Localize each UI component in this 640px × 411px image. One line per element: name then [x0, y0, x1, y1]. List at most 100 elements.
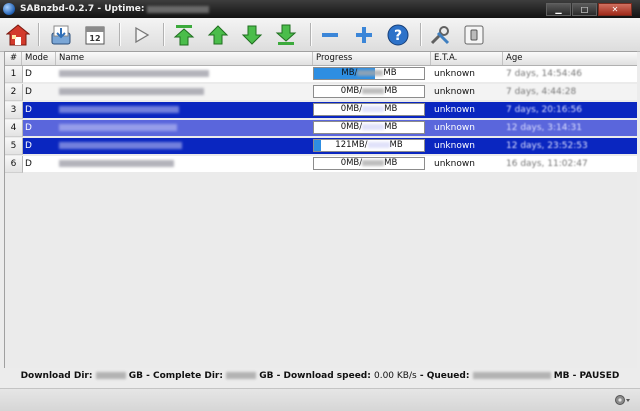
- row-age: 12 days, 23:52:53: [506, 141, 588, 151]
- maximize-button[interactable]: □: [572, 3, 597, 16]
- download-dir-size-redacted: [95, 372, 126, 379]
- plus-icon: [356, 26, 372, 43]
- row-age: 12 days, 3:14:31: [506, 123, 582, 133]
- col-header-mode[interactable]: Mode: [22, 52, 56, 65]
- sabnzbd-app-icon: [3, 3, 15, 15]
- row-number: 4: [5, 120, 23, 137]
- options-menu-button[interactable]: [614, 393, 630, 407]
- row-progress-text: 0MB/MB: [340, 158, 398, 168]
- row-number: 5: [5, 138, 23, 155]
- svg-text:?: ?: [394, 28, 402, 44]
- row-progress-bar: 0MB/MB: [313, 121, 425, 134]
- row-name-redacted: [56, 102, 313, 118]
- row-age: 7 days, 4:44:28: [506, 87, 577, 97]
- queued-unit: MB: [553, 371, 570, 381]
- status-bar: Download Dir: GB - Complete Dir: GB - Do…: [0, 368, 640, 384]
- complete-dir-unit: GB: [259, 371, 274, 381]
- move-up-button[interactable]: [205, 21, 231, 48]
- table-row[interactable]: 6 D 0MB/MB unknown 16 days, 11:02:47: [5, 156, 637, 173]
- move-down-icon: [241, 25, 263, 45]
- row-number: 3: [5, 102, 23, 119]
- row-progress-text: 121MB/MB: [335, 140, 403, 150]
- play-icon: [135, 26, 150, 43]
- remove-button[interactable]: [317, 21, 343, 48]
- row-name-redacted: [56, 138, 313, 154]
- download-speed-label: - Download speed:: [276, 371, 371, 381]
- table-row[interactable]: 4 D 0MB/MB unknown 12 days, 3:14:31: [5, 120, 637, 137]
- row-age: 7 days, 14:54:46: [506, 69, 582, 79]
- title-bar: SABnzbd-0.2.7 - Uptime: ▁ □ ✕: [0, 0, 640, 18]
- col-header-eta[interactable]: E.T.A.: [431, 52, 503, 65]
- complete-dir-size-redacted: [226, 372, 257, 379]
- row-eta: unknown: [434, 159, 475, 169]
- shutdown-icon: [464, 25, 484, 44]
- home-button[interactable]: [5, 21, 31, 48]
- row-progress-bar: 0MB/MB: [313, 85, 425, 98]
- row-mode: D: [25, 159, 32, 169]
- help-icon: ?: [387, 24, 409, 45]
- row-progress-text: 0MB/MB: [340, 86, 398, 96]
- move-up-icon: [207, 24, 229, 44]
- move-to-top-button[interactable]: [171, 21, 197, 48]
- row-mode: D: [25, 87, 32, 97]
- row-name-redacted: [56, 66, 313, 82]
- row-progress-bar: MB/MB: [313, 67, 425, 80]
- help-button[interactable]: ?: [385, 21, 411, 48]
- row-progress-bar: 0MB/MB: [313, 157, 425, 170]
- tools-icon: [430, 25, 450, 44]
- paused-status: - PAUSED: [572, 371, 620, 381]
- row-name-redacted: [56, 156, 313, 172]
- minimize-button[interactable]: ▁: [546, 3, 571, 16]
- row-progress-bar: 121MB/MB: [313, 139, 425, 152]
- row-name-redacted: [56, 120, 313, 136]
- queued-size-redacted: [472, 372, 551, 379]
- minus-icon: [322, 32, 338, 37]
- row-eta: unknown: [434, 87, 475, 97]
- move-top-icon: [173, 24, 195, 45]
- table-row[interactable]: 2 D 0MB/MB unknown 7 days, 4:44:28: [5, 84, 637, 101]
- complete-dir-label: - Complete Dir:: [146, 371, 223, 381]
- download-dir-unit: GB: [128, 371, 143, 381]
- row-age: 7 days, 20:16:56: [506, 105, 582, 115]
- add-download-button[interactable]: [48, 21, 74, 48]
- col-header-age[interactable]: Age: [503, 52, 637, 65]
- queued-label: - Queued:: [419, 371, 470, 381]
- window-title: SABnzbd-0.2.7 - Uptime:: [20, 4, 145, 14]
- row-number: 6: [5, 156, 23, 173]
- add-button[interactable]: [351, 21, 377, 48]
- download-speed-value: 0.00 KB/s: [373, 371, 417, 381]
- move-down-button[interactable]: [239, 21, 265, 48]
- table-row[interactable]: 1 D MB/MB unknown 7 days, 14:54:46: [5, 66, 637, 83]
- svg-text:12: 12: [89, 34, 100, 43]
- table-row[interactable]: 5 D 121MB/MB unknown 12 days, 23:52:53: [5, 138, 637, 155]
- calendar-icon: 12: [85, 26, 105, 44]
- col-header-number[interactable]: #: [5, 52, 22, 65]
- toolbar: 12 ?: [0, 18, 640, 52]
- scheduler-button[interactable]: 12: [82, 21, 108, 48]
- table-header: # Mode Name Progress E.T.A. Age: [5, 52, 637, 66]
- row-eta: unknown: [434, 69, 475, 79]
- row-age: 16 days, 11:02:47: [506, 159, 588, 169]
- table-row[interactable]: 3 D 0MB/MB unknown 7 days, 20:16:56: [5, 102, 637, 119]
- gear-icon: [615, 395, 630, 405]
- col-header-name[interactable]: Name: [56, 52, 313, 65]
- close-button[interactable]: ✕: [598, 3, 632, 16]
- col-header-progress[interactable]: Progress: [313, 52, 431, 65]
- row-mode: D: [25, 123, 32, 133]
- move-to-bottom-button[interactable]: [273, 21, 299, 48]
- row-name-redacted: [56, 84, 313, 100]
- row-mode: D: [25, 141, 32, 151]
- move-bottom-icon: [275, 24, 297, 45]
- row-mode: D: [25, 69, 32, 79]
- row-eta: unknown: [434, 141, 475, 151]
- row-progress-bar: 0MB/MB: [313, 103, 425, 116]
- config-button[interactable]: [427, 21, 453, 48]
- row-number: 1: [5, 66, 23, 83]
- row-progress-text: 0MB/MB: [340, 104, 398, 114]
- home-icon: [6, 23, 30, 45]
- uptime-value-redacted: [147, 5, 210, 13]
- resume-button[interactable]: [128, 21, 154, 48]
- download-icon: [51, 25, 71, 44]
- download-dir-label: Download Dir:: [20, 371, 93, 381]
- shutdown-button[interactable]: [461, 21, 487, 48]
